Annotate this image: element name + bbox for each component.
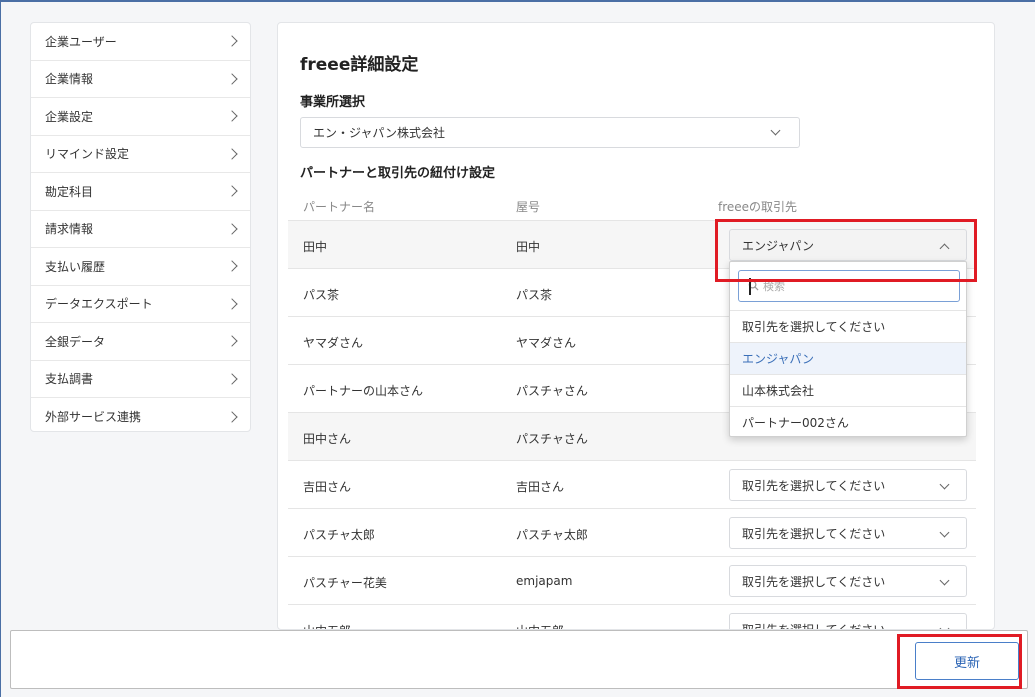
sidebar-item-reminder-settings[interactable]: リマインド設定 xyxy=(31,136,250,173)
window-left-border xyxy=(0,0,1,697)
dropdown-option-selected[interactable]: エンジャパン xyxy=(730,342,966,374)
table-row: 山内五郎 山内五郎 取引先を選択してください xyxy=(288,605,976,630)
trade-name-cell: emjapam xyxy=(516,574,573,588)
chevron-right-icon xyxy=(226,260,238,272)
freee-partner-select-value: 取引先を選択してください xyxy=(742,574,886,589)
column-header-trade-name: 屋号 xyxy=(516,200,541,214)
trade-name-cell: パスチャさん xyxy=(516,384,588,398)
office-select-value: エン・ジャパン株式会社 xyxy=(313,126,446,140)
sidebar-item-label: 支払い履歴 xyxy=(45,259,106,274)
trade-name-cell: ヤマダさん xyxy=(516,336,577,350)
trade-name-cell: 吉田さん xyxy=(516,480,565,494)
freee-partner-select[interactable]: 取引先を選択してください xyxy=(729,469,967,501)
sidebar-item-label: データエクスポート xyxy=(45,297,153,312)
sidebar-item-label: 勘定科目 xyxy=(45,184,94,199)
sidebar-item-account-titles[interactable]: 勘定科目 xyxy=(31,173,250,211)
chevron-down-icon xyxy=(939,527,950,538)
column-header-freee-partner: freeeの取引先 xyxy=(718,200,798,214)
chevron-right-icon xyxy=(226,335,238,347)
partner-name-cell: ヤマダさん xyxy=(303,336,364,350)
chevron-right-icon xyxy=(226,110,238,122)
trade-name-cell: パスチャさん xyxy=(516,432,588,446)
dropdown-option[interactable]: 山本株式会社 xyxy=(730,374,966,406)
table-row: パスチャー花美 emjapam 取引先を選択してください xyxy=(288,557,976,605)
sidebar-item-company-info[interactable]: 企業情報 xyxy=(31,61,250,98)
freee-settings-panel: freee詳細設定 事業所選択 エン・ジャパン株式会社 パートナーと取引先の紐付… xyxy=(277,22,995,630)
sidebar-item-label: 全銀データ xyxy=(45,334,106,349)
partner-name-cell: パスチャー花美 xyxy=(303,576,387,590)
table-row: 吉田さん 吉田さん 取引先を選択してください xyxy=(288,461,976,509)
chevron-right-icon xyxy=(226,223,238,235)
freee-partner-select-value: 取引先を選択してください xyxy=(742,478,886,493)
window-top-border xyxy=(0,0,1035,2)
chevron-down-icon xyxy=(770,125,781,136)
chevron-right-icon xyxy=(226,298,238,310)
sidebar-item-label: 支払調書 xyxy=(45,372,94,387)
sidebar-item-label: 企業設定 xyxy=(45,109,94,124)
table-row: パスチャ太郎 パスチャ太郎 取引先を選択してください xyxy=(288,509,976,557)
sidebar-item-label: 外部サービス連携 xyxy=(45,410,142,425)
sidebar-item-label: 企業ユーザー xyxy=(45,34,117,49)
sidebar-item-payment-statement[interactable]: 支払調書 xyxy=(31,361,250,398)
settings-sidebar: 企業ユーザー 企業情報 企業設定 リマインド設定 勘定科目 請求情報 支払い履歴… xyxy=(30,22,251,432)
freee-partner-select[interactable]: 取引先を選択してください xyxy=(729,517,967,549)
office-select-label: 事業所選択 xyxy=(300,95,366,110)
sidebar-item-external-services[interactable]: 外部サービス連携 xyxy=(31,398,250,436)
chevron-down-icon xyxy=(939,479,950,490)
page-title: freee詳細設定 xyxy=(300,55,419,75)
partner-name-cell: パートナーの山本さん xyxy=(303,384,424,398)
dropdown-option[interactable]: 取引先を選択してください xyxy=(730,310,966,342)
sidebar-item-company-settings[interactable]: 企業設定 xyxy=(31,98,250,136)
trade-name-cell: パス茶 xyxy=(516,288,553,302)
chevron-down-icon xyxy=(939,575,950,586)
sidebar-item-label: 請求情報 xyxy=(45,222,94,237)
table-header: パートナー名 屋号 freeeの取引先 xyxy=(288,191,976,221)
freee-partner-select[interactable]: 取引先を選択してください xyxy=(729,613,967,630)
office-select[interactable]: エン・ジャパン株式会社 xyxy=(300,117,800,148)
partner-name-cell: 田中 xyxy=(303,240,328,254)
freee-partner-select-value: 取引先を選択してください xyxy=(742,622,886,630)
trade-name-cell: パスチャ太郎 xyxy=(516,528,588,542)
sidebar-item-zengin-data[interactable]: 全銀データ xyxy=(31,323,250,361)
partner-name-cell: パスチャ太郎 xyxy=(303,528,375,542)
partner-name-cell: 山内五郎 xyxy=(303,622,351,629)
chevron-right-icon xyxy=(226,73,238,85)
partner-name-cell: 田中さん xyxy=(303,432,352,446)
chevron-right-icon xyxy=(226,411,238,423)
sidebar-item-data-export[interactable]: データエクスポート xyxy=(31,286,250,323)
trade-name-cell: 山内五郎 xyxy=(516,622,564,629)
chevron-right-icon xyxy=(226,185,238,197)
sidebar-item-company-users[interactable]: 企業ユーザー xyxy=(31,23,250,61)
mapping-section-title: パートナーと取引先の紐付け設定 xyxy=(300,166,496,181)
chevron-right-icon xyxy=(226,373,238,385)
freee-partner-select-value: 取引先を選択してください xyxy=(742,526,886,541)
dropdown-option[interactable]: パートナー002さん xyxy=(730,406,966,438)
sidebar-item-billing-info[interactable]: 請求情報 xyxy=(31,211,250,248)
partner-name-cell: 吉田さん xyxy=(303,480,352,494)
sidebar-item-label: 企業情報 xyxy=(45,72,94,87)
highlight-box-update xyxy=(897,634,1022,689)
sidebar-item-payment-history[interactable]: 支払い履歴 xyxy=(31,248,250,286)
chevron-right-icon xyxy=(226,35,238,47)
chevron-right-icon xyxy=(226,148,238,160)
sidebar-item-label: リマインド設定 xyxy=(45,147,130,162)
dropdown-options: 取引先を選択してください エンジャパン 山本株式会社 パートナー002さん xyxy=(730,310,966,438)
column-header-partner: パートナー名 xyxy=(303,200,376,214)
partner-name-cell: パス茶 xyxy=(303,288,340,302)
freee-partner-dropdown: 取引先を選択してください エンジャパン 山本株式会社 パートナー002さん xyxy=(729,261,967,437)
trade-name-cell: 田中 xyxy=(516,240,541,254)
footer-bar: 更新 xyxy=(10,630,1028,689)
freee-partner-select[interactable]: 取引先を選択してください xyxy=(729,565,967,597)
highlight-box-select xyxy=(715,219,977,282)
